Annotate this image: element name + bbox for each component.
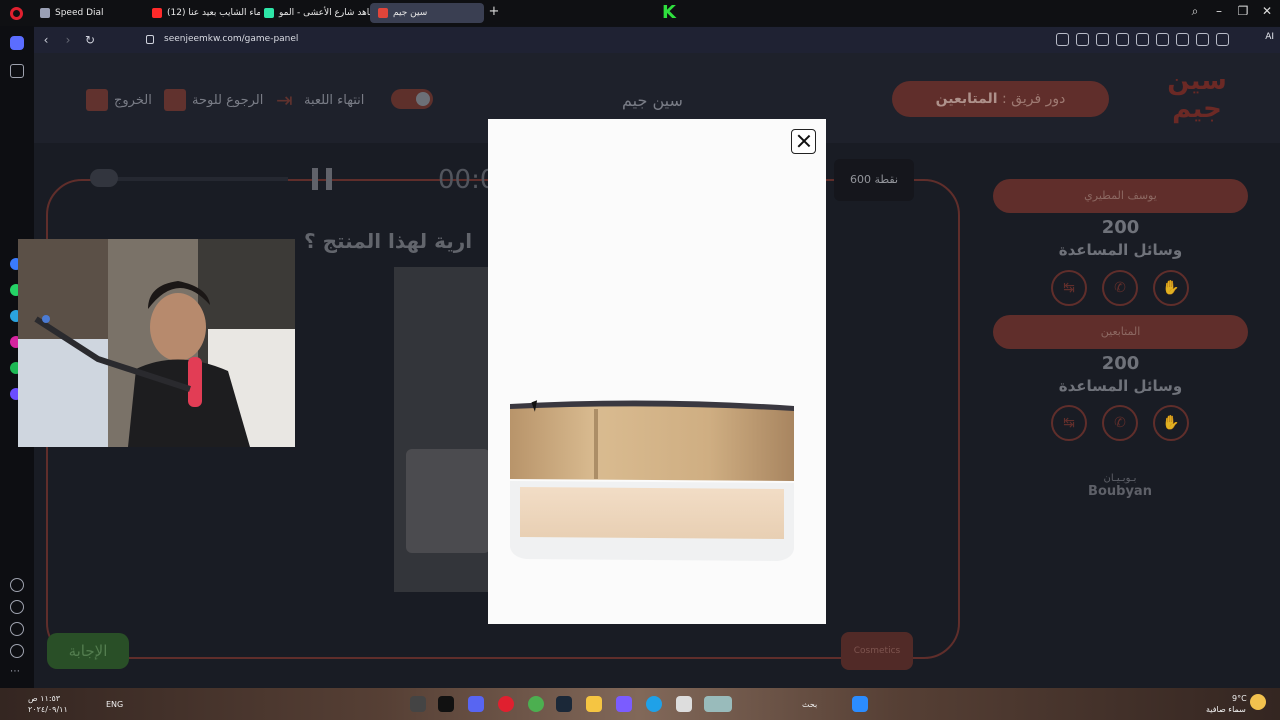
new-tab-plus-icon[interactable]: + bbox=[487, 5, 501, 19]
app-icon[interactable] bbox=[616, 696, 632, 712]
speed-dial-icon bbox=[40, 8, 50, 18]
search-box[interactable]: بحث bbox=[802, 700, 817, 709]
webcam-overlay bbox=[18, 239, 295, 447]
opera-logo-icon[interactable] bbox=[10, 7, 23, 20]
lock-icon bbox=[146, 35, 154, 44]
close-modal-icon[interactable] bbox=[791, 129, 816, 154]
profile-icon[interactable] bbox=[1216, 33, 1229, 46]
history-icon[interactable] bbox=[10, 600, 24, 614]
extension-icon[interactable] bbox=[1116, 33, 1129, 46]
url-field[interactable]: seenjeemkw.com/game-panel bbox=[164, 34, 298, 44]
tab-youtube[interactable]: (12) شيماء الشايب بعيد عنا... bbox=[144, 3, 260, 23]
browser-tab-strip: Speed Dial (12) شيماء الشايب بعيد عنا...… bbox=[0, 0, 1280, 26]
kick-logo-icon: K bbox=[662, 2, 676, 23]
windows-start-icon[interactable] bbox=[852, 696, 868, 712]
tab-seen-jeem[interactable]: سين جيم bbox=[370, 3, 484, 23]
tab-label: شاهد شارع الأعشى - المو... bbox=[279, 8, 370, 18]
heart-icon[interactable] bbox=[1156, 33, 1169, 46]
moon-weather-icon bbox=[1250, 694, 1266, 710]
shahid-icon bbox=[264, 8, 274, 18]
edge-icon[interactable] bbox=[646, 696, 662, 712]
address-bar: ‹ › ↻ seenjeemkw.com/game-panel AI bbox=[34, 27, 1280, 53]
shield-icon[interactable] bbox=[1096, 33, 1109, 46]
jar-lid bbox=[510, 404, 794, 481]
minimize-icon[interactable]: – bbox=[1210, 4, 1228, 18]
weather-temp[interactable]: 9°C bbox=[1232, 694, 1247, 703]
lightbulb-icon[interactable] bbox=[10, 644, 24, 658]
webcam-feed bbox=[18, 239, 295, 447]
file-explorer-icon[interactable] bbox=[586, 696, 602, 712]
download-icon[interactable] bbox=[1176, 33, 1189, 46]
camera-icon[interactable] bbox=[1076, 33, 1089, 46]
restore-icon[interactable]: ❐ bbox=[1234, 4, 1252, 18]
forward-icon[interactable]: › bbox=[60, 32, 76, 48]
more-icon[interactable]: ⋯ bbox=[10, 666, 24, 680]
screen: Speed Dial (12) شيماء الشايب بعيد عنا...… bbox=[0, 0, 1280, 720]
close-window-icon[interactable]: ✕ bbox=[1258, 4, 1276, 18]
tab-search-icon[interactable]: ⌕ bbox=[1186, 4, 1204, 19]
back-icon[interactable]: ‹ bbox=[38, 32, 54, 48]
home-icon[interactable] bbox=[10, 36, 24, 50]
language-indicator[interactable]: ENG bbox=[106, 700, 123, 709]
reload-icon[interactable]: ↻ bbox=[82, 32, 98, 48]
tab-speed-dial[interactable]: Speed Dial bbox=[32, 3, 142, 23]
game-app-icon[interactable] bbox=[704, 696, 732, 712]
seen-jeem-favicon bbox=[378, 8, 388, 18]
windows-taskbar: ١١:٥٣ ص ٢٠٢٤/٠٩/١١ ENG بحث 9°C سماء صافي… bbox=[0, 688, 1280, 720]
tab-label: سين جيم bbox=[393, 8, 428, 18]
youtube-icon bbox=[152, 8, 162, 18]
tiktok-icon[interactable] bbox=[438, 696, 454, 712]
obs-icon[interactable] bbox=[410, 696, 426, 712]
taskbar-wallpaper bbox=[0, 688, 1280, 720]
clock-time[interactable]: ١١:٥٣ ص bbox=[28, 694, 60, 703]
discord-taskbar-icon[interactable] bbox=[468, 696, 484, 712]
chrome-icon[interactable] bbox=[528, 696, 544, 712]
tab-label: Speed Dial bbox=[55, 8, 104, 18]
clock-date[interactable]: ٢٠٢٤/٠٩/١١ bbox=[28, 705, 68, 714]
cosmetic-jar-image bbox=[510, 400, 794, 561]
play-icon[interactable] bbox=[1136, 33, 1149, 46]
edit-icon[interactable] bbox=[1056, 33, 1069, 46]
jar-lid-edge bbox=[594, 409, 598, 479]
aria-ai-button[interactable]: AI bbox=[1265, 32, 1274, 42]
weather-text[interactable]: سماء صافية bbox=[1206, 705, 1246, 714]
jar-powder bbox=[520, 487, 784, 539]
heart-sidebar-icon[interactable] bbox=[10, 578, 24, 592]
star-icon[interactable] bbox=[10, 64, 24, 78]
image-modal bbox=[488, 119, 826, 624]
opera-taskbar-icon[interactable] bbox=[498, 696, 514, 712]
tab-label: (12) شيماء الشايب بعيد عنا... bbox=[167, 8, 260, 18]
menu-icon[interactable] bbox=[1196, 33, 1209, 46]
tab-shahid[interactable]: شاهد شارع الأعشى - المو... bbox=[256, 3, 370, 23]
steam-icon[interactable] bbox=[556, 696, 572, 712]
notepad-icon[interactable] bbox=[676, 696, 692, 712]
settings-icon[interactable] bbox=[10, 622, 24, 636]
